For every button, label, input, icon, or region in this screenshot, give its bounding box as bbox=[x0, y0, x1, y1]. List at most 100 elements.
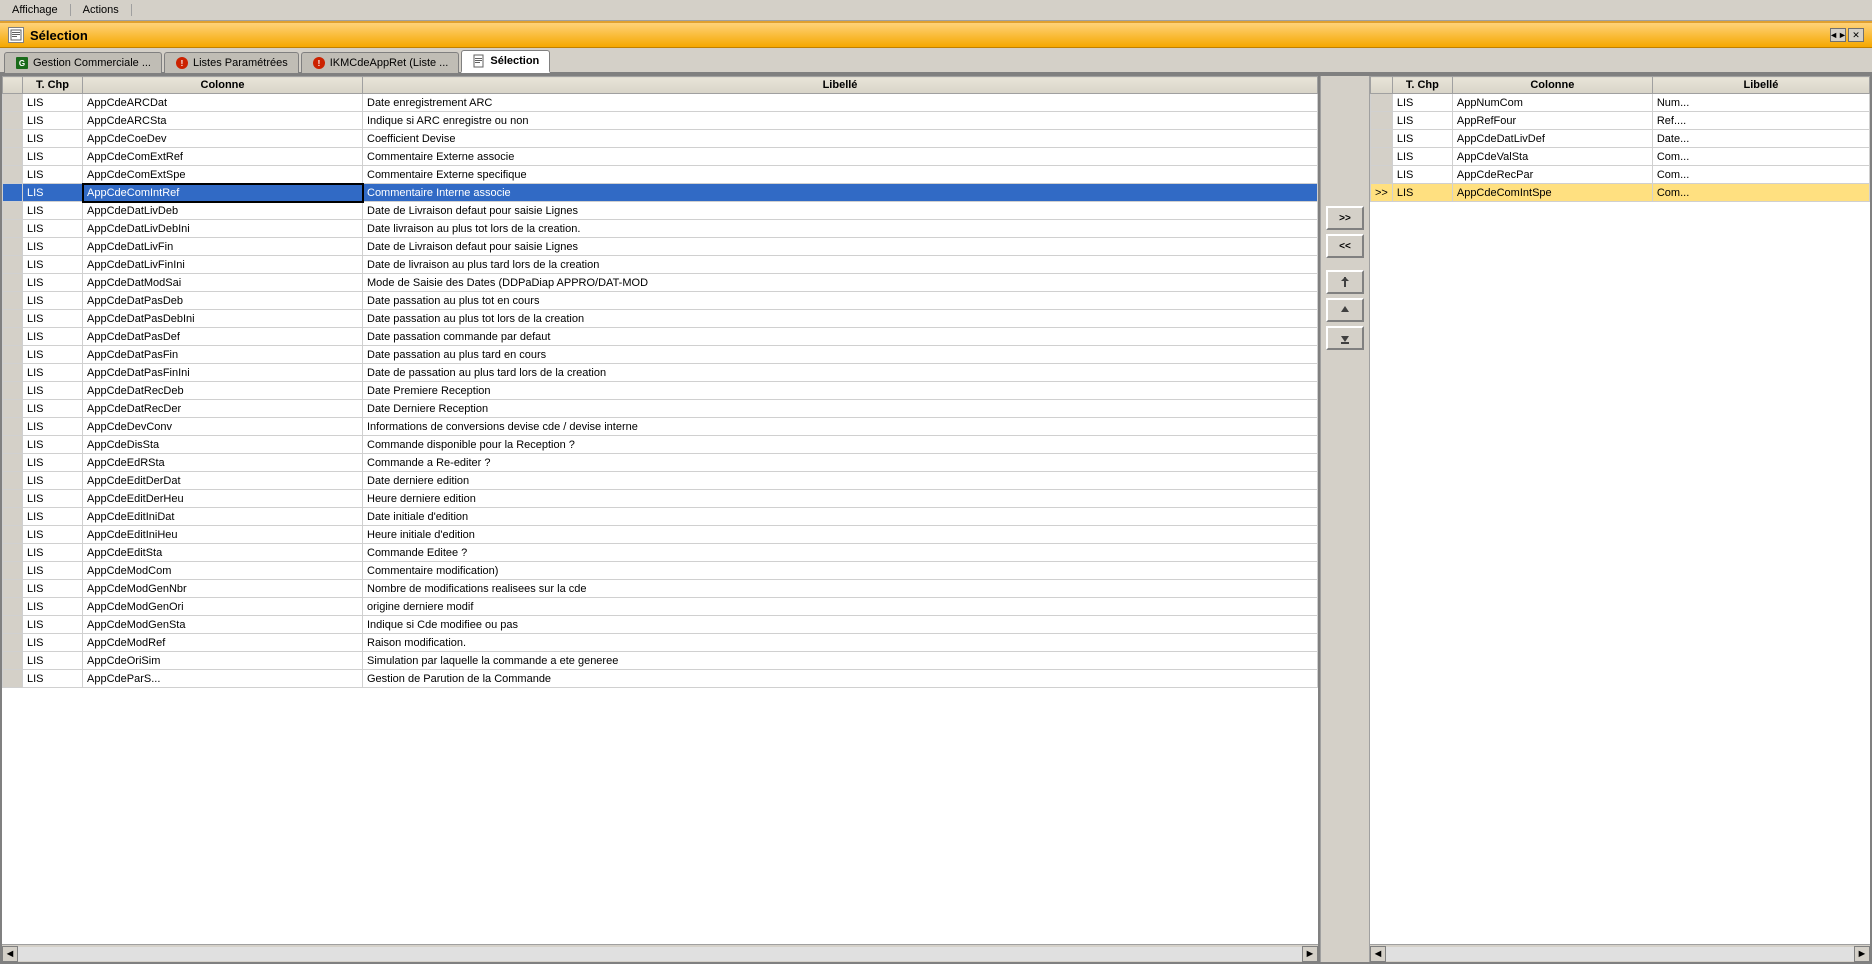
left-row-tchp[interactable]: LIS bbox=[23, 436, 83, 454]
left-row-colonne[interactable]: AppCdeDisSta bbox=[83, 436, 363, 454]
right-row-colonne[interactable]: AppCdeComIntSpe bbox=[1452, 184, 1652, 202]
left-row-tchp[interactable]: LIS bbox=[23, 292, 83, 310]
left-row-colonne[interactable]: AppCdeComExtRef bbox=[83, 148, 363, 166]
left-row-colonne[interactable]: AppCdeDevConv bbox=[83, 418, 363, 436]
close-button[interactable]: ✕ bbox=[1848, 28, 1864, 42]
left-row-libelle[interactable]: Commande a Re-editer ? bbox=[363, 454, 1318, 472]
tab-listes[interactable]: ! Listes Paramétrées bbox=[164, 52, 299, 73]
left-row-libelle[interactable]: Indique si Cde modifiee ou pas bbox=[363, 616, 1318, 634]
right-row-libelle[interactable]: Date... bbox=[1652, 130, 1869, 148]
left-row-libelle[interactable]: Date de Livraison defaut pour saisie Lig… bbox=[363, 238, 1318, 256]
expand-button[interactable]: ◄► bbox=[1830, 28, 1846, 42]
left-row-libelle[interactable]: Date de livraison au plus tard lors de l… bbox=[363, 256, 1318, 274]
left-row-libelle[interactable]: Date passation commande par defaut bbox=[363, 328, 1318, 346]
left-row-colonne[interactable]: AppCdeDatPasDebIni bbox=[83, 310, 363, 328]
left-row-tchp[interactable]: LIS bbox=[23, 364, 83, 382]
left-row-libelle[interactable]: Commande disponible pour la Reception ? bbox=[363, 436, 1318, 454]
left-row-libelle[interactable]: Nombre de modifications realisees sur la… bbox=[363, 580, 1318, 598]
left-row-colonne[interactable]: AppCdeComIntRef bbox=[83, 184, 363, 202]
tab-ikmc[interactable]: ! IKMCdeAppRet (Liste ... bbox=[301, 52, 460, 73]
left-row-colonne[interactable]: AppCdeDatRecDer bbox=[83, 400, 363, 418]
left-row-colonne[interactable]: AppCdeDatPasDef bbox=[83, 328, 363, 346]
left-row-libelle[interactable]: Informations de conversions devise cde /… bbox=[363, 418, 1318, 436]
left-row-libelle[interactable]: origine derniere modif bbox=[363, 598, 1318, 616]
left-row-colonne[interactable]: AppCdeEditSta bbox=[83, 544, 363, 562]
right-scroll-right[interactable]: ► bbox=[1854, 946, 1870, 962]
left-row-tchp[interactable]: LIS bbox=[23, 652, 83, 670]
right-row-tchp[interactable]: LIS bbox=[1392, 166, 1452, 184]
left-row-colonne[interactable]: AppCdeDatLivDebIni bbox=[83, 220, 363, 238]
left-row-colonne[interactable]: AppCdeModGenNbr bbox=[83, 580, 363, 598]
tab-selection[interactable]: Sélection bbox=[461, 50, 550, 73]
left-row-libelle[interactable]: Date derniere edition bbox=[363, 472, 1318, 490]
left-row-tchp[interactable]: LIS bbox=[23, 616, 83, 634]
right-row-colonne[interactable]: AppCdeValSta bbox=[1452, 148, 1652, 166]
right-row-colonne[interactable]: AppRefFour bbox=[1452, 112, 1652, 130]
left-row-libelle[interactable]: Date Premiere Reception bbox=[363, 382, 1318, 400]
left-row-colonne[interactable]: AppCdeDatLivDeb bbox=[83, 202, 363, 220]
left-row-colonne[interactable]: AppCdeModGenSta bbox=[83, 616, 363, 634]
left-row-tchp[interactable]: LIS bbox=[23, 184, 83, 202]
left-row-libelle[interactable]: Date passation au plus tot en cours bbox=[363, 292, 1318, 310]
left-row-libelle[interactable]: Simulation par laquelle la commande a et… bbox=[363, 652, 1318, 670]
left-row-libelle[interactable]: Commentaire Externe specifique bbox=[363, 166, 1318, 184]
right-row-tchp[interactable]: LIS bbox=[1392, 184, 1452, 202]
left-row-colonne[interactable]: AppCdeDatPasFinIni bbox=[83, 364, 363, 382]
left-row-tchp[interactable]: LIS bbox=[23, 526, 83, 544]
left-row-colonne[interactable]: AppCdeEditDerHeu bbox=[83, 490, 363, 508]
left-row-tchp[interactable]: LIS bbox=[23, 148, 83, 166]
right-row-libelle[interactable]: Num... bbox=[1652, 94, 1869, 112]
left-row-tchp[interactable]: LIS bbox=[23, 418, 83, 436]
right-row-colonne[interactable]: AppCdeDatLivDef bbox=[1452, 130, 1652, 148]
left-row-tchp[interactable]: LIS bbox=[23, 130, 83, 148]
left-row-tchp[interactable]: LIS bbox=[23, 202, 83, 220]
right-table-scroll[interactable]: T. Chp Colonne Libellé LISAppNumComNum..… bbox=[1370, 76, 1870, 944]
left-row-colonne[interactable]: AppCdeDatPasFin bbox=[83, 346, 363, 364]
left-row-tchp[interactable]: LIS bbox=[23, 310, 83, 328]
right-row-colonne[interactable]: AppCdeRecPar bbox=[1452, 166, 1652, 184]
left-row-colonne[interactable]: AppCdeDatRecDeb bbox=[83, 382, 363, 400]
left-row-libelle[interactable]: Commande Editee ? bbox=[363, 544, 1318, 562]
left-row-colonne[interactable]: AppCdeModRef bbox=[83, 634, 363, 652]
left-row-tchp[interactable]: LIS bbox=[23, 220, 83, 238]
left-row-tchp[interactable]: LIS bbox=[23, 328, 83, 346]
right-row-tchp[interactable]: LIS bbox=[1392, 112, 1452, 130]
left-row-colonne[interactable]: AppCdeComExtSpe bbox=[83, 166, 363, 184]
left-row-colonne[interactable]: AppCdeEditIniDat bbox=[83, 508, 363, 526]
left-row-libelle[interactable]: Raison modification. bbox=[363, 634, 1318, 652]
left-row-colonne[interactable]: AppCdeEditIniHeu bbox=[83, 526, 363, 544]
left-row-libelle[interactable]: Date de Livraison defaut pour saisie Lig… bbox=[363, 202, 1318, 220]
move-down-button[interactable] bbox=[1326, 326, 1364, 350]
left-row-colonne[interactable]: AppCdeEdRSta bbox=[83, 454, 363, 472]
left-row-colonne[interactable]: AppCdeARCSta bbox=[83, 112, 363, 130]
left-row-tchp[interactable]: LIS bbox=[23, 490, 83, 508]
left-row-libelle[interactable]: Commentaire Interne associe bbox=[363, 184, 1318, 202]
left-row-colonne[interactable]: AppCdeParS... bbox=[83, 670, 363, 688]
move-up-button[interactable] bbox=[1326, 298, 1364, 322]
left-row-colonne[interactable]: AppCdeARCDat bbox=[83, 94, 363, 112]
left-row-tchp[interactable]: LIS bbox=[23, 256, 83, 274]
left-row-tchp[interactable]: LIS bbox=[23, 382, 83, 400]
left-row-colonne[interactable]: AppCdeDatModSai bbox=[83, 274, 363, 292]
right-row-tchp[interactable]: LIS bbox=[1392, 130, 1452, 148]
left-row-tchp[interactable]: LIS bbox=[23, 472, 83, 490]
remove-all-button[interactable]: << bbox=[1326, 234, 1364, 258]
left-row-tchp[interactable]: LIS bbox=[23, 544, 83, 562]
left-row-libelle[interactable]: Date enregistrement ARC bbox=[363, 94, 1318, 112]
left-row-colonne[interactable]: AppCdeOriSim bbox=[83, 652, 363, 670]
left-table-scroll[interactable]: T. Chp Colonne Libellé LISAppCdeARCDatDa… bbox=[2, 76, 1318, 944]
left-row-libelle[interactable]: Date de passation au plus tard lors de l… bbox=[363, 364, 1318, 382]
left-row-libelle[interactable]: Heure derniere edition bbox=[363, 490, 1318, 508]
left-row-tchp[interactable]: LIS bbox=[23, 580, 83, 598]
left-row-tchp[interactable]: LIS bbox=[23, 274, 83, 292]
left-row-tchp[interactable]: LIS bbox=[23, 166, 83, 184]
left-row-tchp[interactable]: LIS bbox=[23, 94, 83, 112]
left-row-tchp[interactable]: LIS bbox=[23, 634, 83, 652]
right-row-libelle[interactable]: Ref.... bbox=[1652, 112, 1869, 130]
right-row-colonne[interactable]: AppNumCom bbox=[1452, 94, 1652, 112]
tab-gestion[interactable]: G Gestion Commerciale ... bbox=[4, 52, 162, 73]
left-row-colonne[interactable]: AppCdeCoeDev bbox=[83, 130, 363, 148]
left-row-libelle[interactable]: Date initiale d'edition bbox=[363, 508, 1318, 526]
left-row-libelle[interactable]: Indique si ARC enregistre ou non bbox=[363, 112, 1318, 130]
move-top-button[interactable] bbox=[1326, 270, 1364, 294]
